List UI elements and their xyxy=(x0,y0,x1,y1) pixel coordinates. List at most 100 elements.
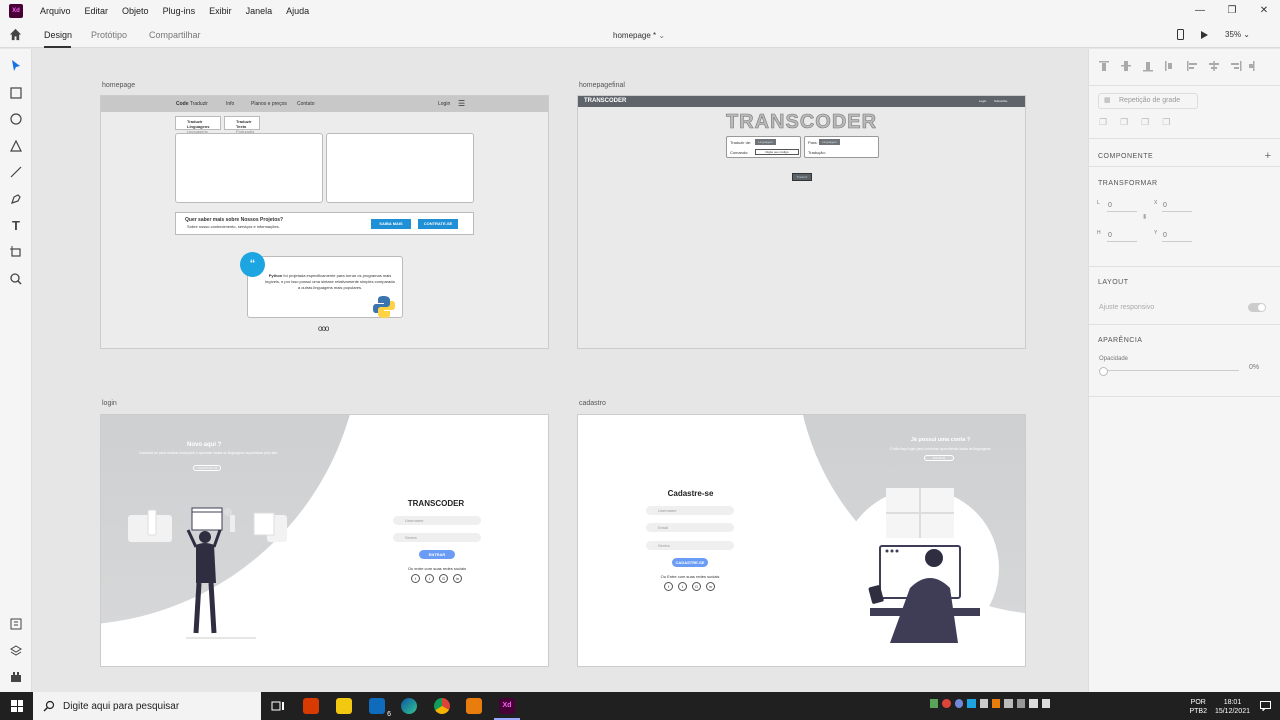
document-title[interactable]: homepage * ⌄ xyxy=(613,31,665,40)
repeat-grid-button[interactable]: ▦ Repetição de grade xyxy=(1098,93,1198,109)
menu-editar[interactable]: Editar xyxy=(78,6,116,16)
file-explorer-icon[interactable] xyxy=(336,698,352,714)
login-username-field: Username xyxy=(393,516,481,525)
rectangle-tool-icon[interactable] xyxy=(9,86,23,100)
tab-compartilhar[interactable]: Compartilhar xyxy=(149,30,201,40)
search-icon xyxy=(43,700,55,712)
design-canvas[interactable]: homepage Code Traduzir Info Planos e pre… xyxy=(33,49,1087,692)
text-tool-icon[interactable]: T xyxy=(9,218,23,233)
device-preview-icon[interactable] xyxy=(1177,29,1185,40)
homepage-brand: Code Traduzir xyxy=(176,101,208,107)
restore-button[interactable]: ❐ xyxy=(1216,0,1248,22)
add-icon[interactable]: + xyxy=(1265,150,1271,162)
office-icon[interactable] xyxy=(303,698,319,714)
lang-code: POR xyxy=(1190,699,1206,706)
chip-title: Traduzir Texto xyxy=(236,119,252,129)
notifications-icon[interactable] xyxy=(1260,701,1271,711)
login-side-text: Cadastre-se para realizar traduções e ap… xyxy=(138,451,279,455)
ellipse-tool-icon[interactable] xyxy=(9,112,23,126)
taskbar-search[interactable]: Digite aqui para pesquisar xyxy=(33,692,261,720)
mail-badge: 6 xyxy=(387,711,391,718)
home-icon[interactable] xyxy=(9,28,22,41)
artboard-cadastro[interactable]: Já possui uma conta ? Então faça login p… xyxy=(577,414,1026,667)
cadastro-social-text: Ou Entre com suas redes sociais xyxy=(660,574,720,579)
menu-objeto[interactable]: Objeto xyxy=(115,6,156,16)
mail-icon[interactable]: 6 xyxy=(369,698,391,718)
tab-prototipo[interactable]: Protótipo xyxy=(91,30,127,40)
y-label: Y xyxy=(1154,230,1158,236)
translate-from-box: Traduzir de: Linguagem Comando: Digite s… xyxy=(726,136,801,158)
x-field[interactable]: 0 xyxy=(1163,202,1167,209)
windows-taskbar: Digite aqui para pesquisar 6 Xd POR PTB2… xyxy=(0,692,1280,720)
opacity-slider-thumb[interactable] xyxy=(1099,367,1108,376)
opacity-slider-track[interactable] xyxy=(1104,370,1239,371)
xampp-icon[interactable] xyxy=(466,698,482,714)
menu-bar: Xd Arquivo Editar Objeto Plug-ins Exibir… xyxy=(0,0,1280,22)
chrome-icon[interactable] xyxy=(434,698,450,714)
tray-icons[interactable] xyxy=(930,699,1051,711)
responsive-resize-toggle[interactable] xyxy=(1248,303,1266,312)
login-title: TRANSCODER xyxy=(407,499,465,508)
content-card-left xyxy=(175,133,323,203)
zoom-tool-icon[interactable] xyxy=(9,272,23,286)
artboard-label-login[interactable]: login xyxy=(102,400,117,407)
tray-chrome-icon xyxy=(942,699,951,708)
cadastro-username-field: Username xyxy=(646,506,734,515)
width-field[interactable]: 0 xyxy=(1108,202,1112,209)
edge-icon[interactable] xyxy=(401,698,417,714)
height-field[interactable]: 0 xyxy=(1108,232,1112,239)
homepage-nav-contato: Contato xyxy=(297,101,315,107)
artboard-tool-icon[interactable] xyxy=(9,245,23,259)
artboard-label-homepagefinal[interactable]: homepagefinal xyxy=(579,82,625,89)
artboard-homepage[interactable]: Code Traduzir Info Planos e preços Conta… xyxy=(100,95,549,349)
task-view-icon[interactable] xyxy=(270,698,286,714)
clock[interactable]: 18:01 15/12/2021 xyxy=(1215,698,1250,716)
menu-plugins[interactable]: Plug-ins xyxy=(156,6,203,16)
artboard-homepagefinal[interactable]: TRANSCODER Login Subscribe TRANSCODER Tr… xyxy=(577,95,1026,349)
height-label: H xyxy=(1097,230,1101,236)
line-tool-icon[interactable] xyxy=(9,165,23,179)
assets-icon[interactable] xyxy=(9,617,23,631)
login-side-title: Novo aqui ? xyxy=(187,442,222,448)
menu-janela[interactable]: Janela xyxy=(239,6,280,16)
select-tool-icon[interactable] xyxy=(9,59,23,73)
opacity-value[interactable]: 0% xyxy=(1249,364,1259,371)
to-label: Para: xyxy=(808,140,818,145)
tab-design[interactable]: Design xyxy=(44,30,72,40)
tray-app-icon xyxy=(930,699,939,708)
component-heading: COMPONENTE xyxy=(1098,153,1154,160)
minimize-button[interactable]: — xyxy=(1184,0,1216,22)
transform-section: TRANSFORMAR L 0 X 0 H 0 Y 0 ▮ xyxy=(1089,167,1280,267)
y-underline xyxy=(1162,241,1192,242)
transcoder-title: TRANSCODER xyxy=(725,111,878,134)
lock-icon[interactable]: ▮ xyxy=(1143,213,1146,220)
artboard-login[interactable]: Novo aqui ? Cadastre-se para realizar tr… xyxy=(100,414,549,667)
align-icons[interactable] xyxy=(1099,60,1259,72)
artboard-label-cadastro[interactable]: cadastro xyxy=(579,400,606,407)
cadastro-title: Cadastre-se xyxy=(667,489,714,498)
zoom-level[interactable]: 35% ⌄ xyxy=(1225,30,1250,39)
google-icon: G xyxy=(439,574,448,583)
login-social-text: Ou entre com suas redes sociais xyxy=(407,566,467,571)
pen-tool-icon[interactable] xyxy=(9,192,23,206)
windows-start-icon[interactable] xyxy=(11,700,23,712)
plugins-icon[interactable] xyxy=(9,670,23,684)
adobe-xd-taskbar-icon[interactable]: Xd xyxy=(499,698,515,714)
tray-app-icon xyxy=(1016,699,1026,708)
play-icon[interactable] xyxy=(1200,30,1209,40)
artboard-label-homepage[interactable]: homepage xyxy=(102,82,135,89)
input-language[interactable]: POR PTB2 xyxy=(1189,698,1207,716)
menu-arquivo[interactable]: Arquivo xyxy=(33,6,78,16)
homepage-nav-info: Info xyxy=(226,101,235,107)
width-underline xyxy=(1107,211,1137,212)
polygon-tool-icon[interactable] xyxy=(9,139,23,153)
twitter-icon: t xyxy=(678,582,687,591)
linkedin-icon: in xyxy=(453,574,462,583)
layers-icon[interactable] xyxy=(9,644,23,658)
close-button[interactable]: ✕ xyxy=(1248,0,1280,22)
menu-exibir[interactable]: Exibir xyxy=(202,6,239,16)
tray-xampp-icon xyxy=(992,699,1001,708)
component-section: COMPONENTE + xyxy=(1089,139,1280,167)
y-field[interactable]: 0 xyxy=(1163,232,1167,239)
menu-ajuda[interactable]: Ajuda xyxy=(279,6,316,16)
